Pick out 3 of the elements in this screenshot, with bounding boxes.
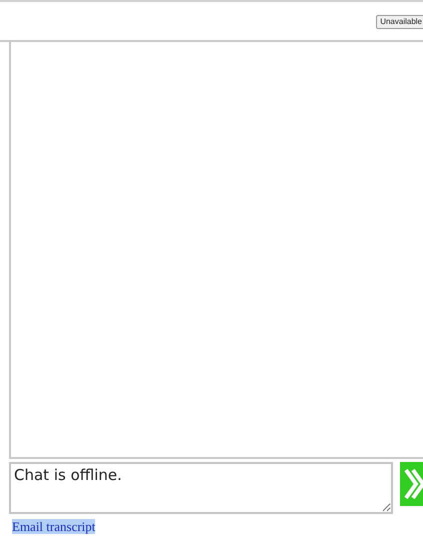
- email-transcript-link[interactable]: Email transcript: [12, 519, 96, 534]
- status-button[interactable]: Unavailable: [376, 14, 423, 29]
- message-field[interactable]: Chat is offline.: [9, 462, 393, 514]
